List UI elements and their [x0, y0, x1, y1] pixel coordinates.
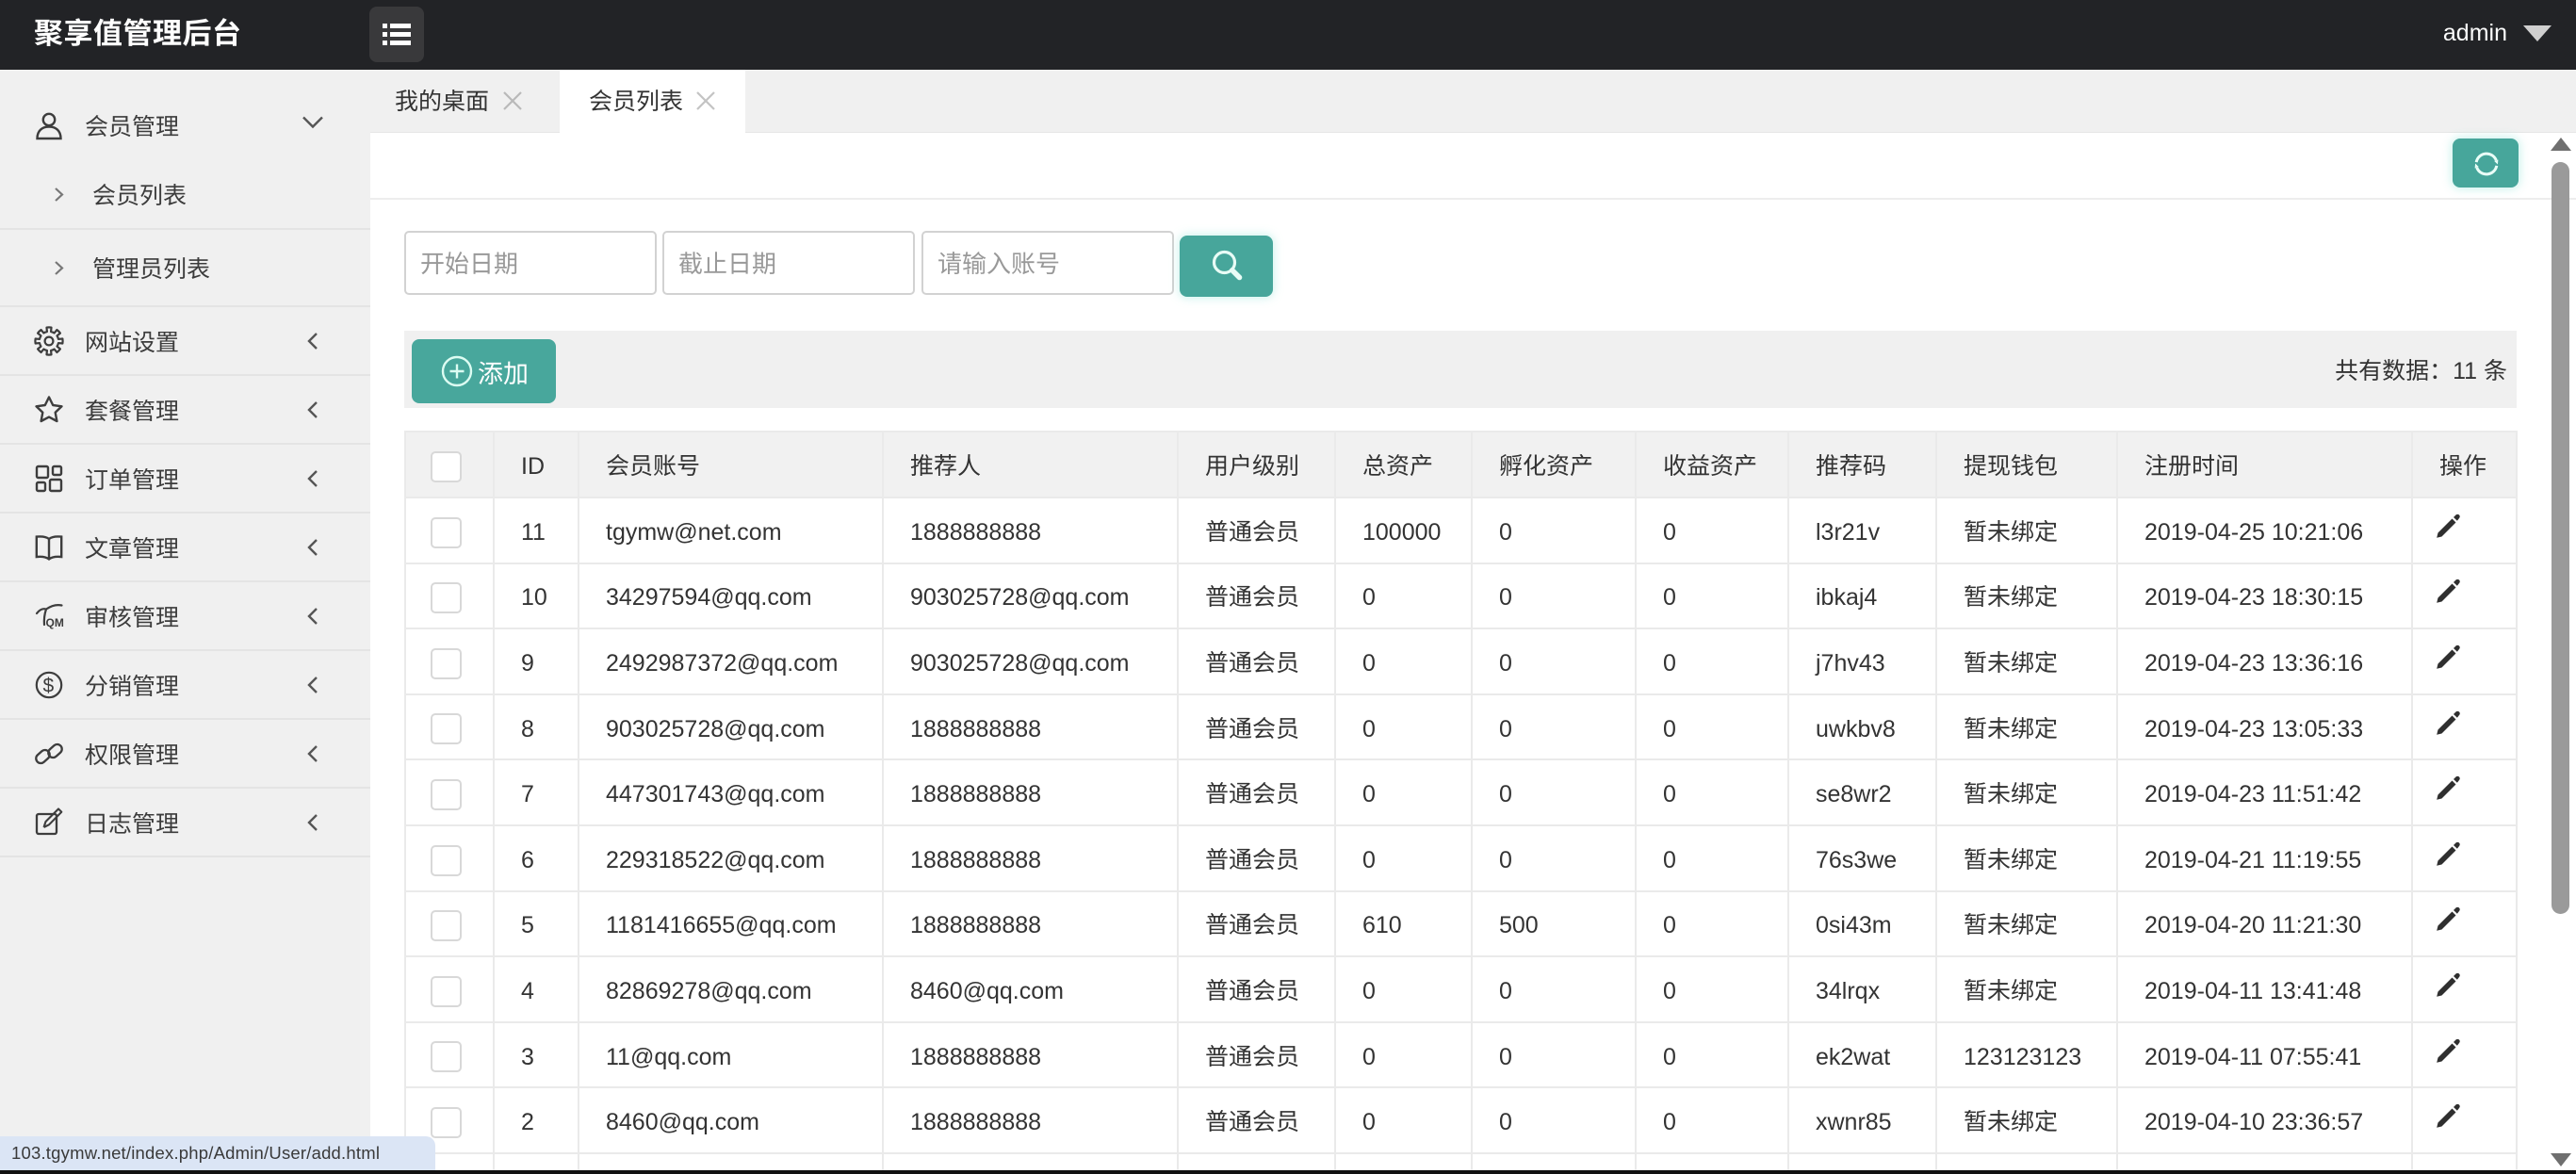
- svg-text:$: $: [43, 675, 55, 696]
- svg-text:QM: QM: [46, 616, 64, 629]
